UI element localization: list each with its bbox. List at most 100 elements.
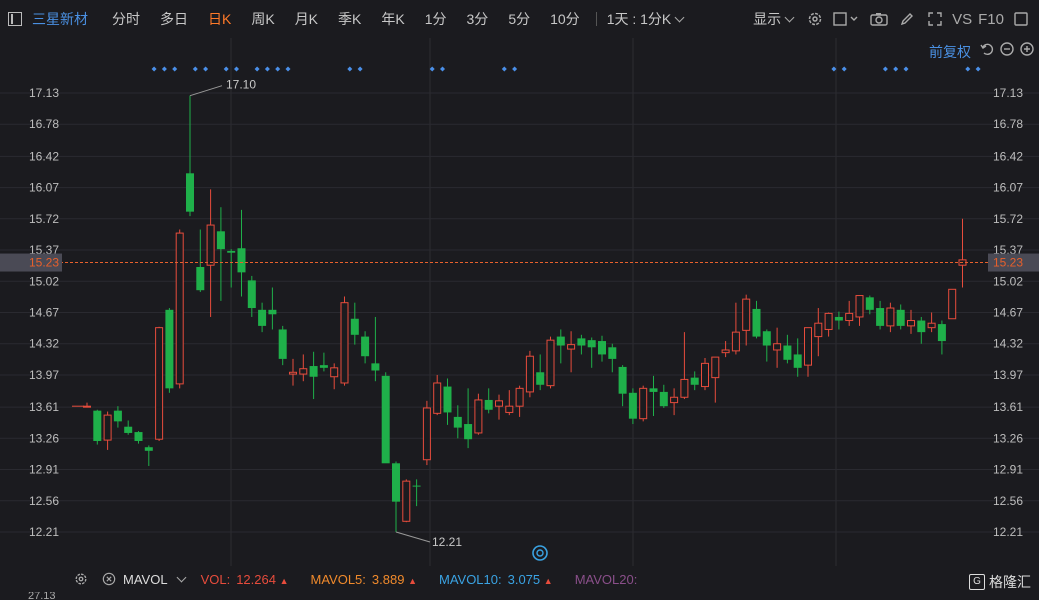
fullscreen-icon[interactable] (924, 8, 946, 30)
tab-6[interactable]: 年K (381, 9, 404, 29)
window-icon[interactable] (1010, 8, 1032, 30)
period-select[interactable]: 1天 : 1分K (607, 9, 685, 29)
candle-37 (464, 388, 473, 449)
camera-icon[interactable] (868, 8, 890, 30)
candle-body-12 (206, 224, 215, 266)
candle-body-81 (917, 320, 926, 333)
candle-body-26 (350, 318, 359, 335)
candle-50 (598, 335, 606, 362)
candle-body-22 (309, 366, 318, 377)
close-icon[interactable] (98, 568, 120, 590)
square-select-icon[interactable] (832, 8, 862, 30)
y-tick-left-2: 16.42 (29, 149, 59, 163)
tab-9[interactable]: 5分 (508, 9, 530, 29)
candle-body-16 (247, 280, 256, 309)
candle-70 (804, 327, 812, 377)
gear-icon[interactable] (804, 8, 826, 30)
candle-body-23 (319, 365, 328, 368)
candle-23 (319, 352, 328, 372)
candle-51 (608, 343, 617, 373)
candle-body-8 (165, 309, 174, 389)
mavol10-value: 3.075 ▲ (508, 572, 553, 587)
tab-5[interactable]: 季K (338, 9, 361, 29)
candle-4 (124, 420, 133, 435)
candle-78 (886, 302, 895, 333)
tab-10[interactable]: 10分 (550, 9, 580, 29)
candle-body-84 (948, 288, 957, 320)
candle-body-13 (216, 231, 225, 250)
tab-2[interactable]: 日K (208, 9, 231, 29)
toolbar-right: 显示 VS F10 (749, 0, 1035, 38)
candle-body-44 (536, 372, 545, 385)
candle-body-37 (464, 424, 473, 440)
pencil-icon[interactable] (896, 8, 918, 30)
candle-body-20 (289, 371, 297, 375)
candle-45 (546, 336, 555, 389)
candle-32 (412, 479, 421, 507)
event-marker-8 (264, 66, 270, 72)
candle-body-35 (443, 386, 452, 413)
candle-body-70 (804, 327, 812, 366)
event-marker-10 (285, 66, 291, 72)
candle-3 (113, 406, 122, 428)
event-marker-12 (357, 66, 363, 72)
up-arrow-icon: ▲ (543, 575, 553, 586)
candle-79 (896, 304, 905, 330)
candle-body-19 (278, 329, 287, 359)
tab-7[interactable]: 1分 (425, 9, 447, 29)
candle-21 (299, 354, 308, 382)
candle-body-36 (453, 416, 462, 428)
candle-body-76 (865, 297, 874, 310)
gear-icon[interactable] (70, 568, 92, 590)
y-tick-left-11: 13.26 (29, 431, 59, 445)
candle-6 (144, 445, 153, 466)
event-marker-7 (254, 66, 260, 72)
vol-label: VOL: (200, 571, 231, 587)
indicator-bar: MAVOL VOL: 12.264 ▲ MAVOL5: 3.889 ▲ MAVO… (0, 566, 1039, 592)
tab-8[interactable]: 3分 (467, 9, 489, 29)
event-marker-21 (903, 66, 909, 72)
event-marker-5 (223, 66, 229, 72)
candle-body-51 (608, 347, 617, 359)
candle-body-49 (587, 340, 596, 348)
candle-48 (577, 334, 586, 355)
candle-16 (247, 275, 256, 317)
display-select[interactable]: 显示 (753, 9, 795, 29)
tab-0[interactable]: 分时 (112, 9, 140, 29)
y-tick-right-11: 13.26 (993, 431, 1023, 445)
low-leader-line (395, 531, 431, 543)
chart-scroll-button[interactable] (532, 545, 548, 561)
stock-name[interactable]: 三星新材 (32, 9, 88, 29)
tab-4[interactable]: 月K (295, 9, 318, 29)
tab-1[interactable]: 多日 (160, 9, 188, 29)
candle-body-45 (546, 339, 555, 387)
candle-80 (907, 309, 915, 334)
candle-body-43 (525, 355, 534, 393)
candle-body-0 (83, 405, 91, 408)
candle-body-66 (762, 331, 771, 346)
y-tick-right-12: 12.91 (993, 463, 1023, 477)
candle-body-74 (845, 312, 854, 322)
candle-body-46 (556, 336, 565, 346)
event-marker-16 (512, 66, 518, 72)
event-marker-6 (234, 66, 239, 72)
tab-3[interactable]: 周K (251, 9, 274, 29)
f10-button[interactable]: F10 (978, 8, 1004, 30)
sidebar-toggle-icon[interactable] (8, 12, 22, 26)
candle-64 (742, 294, 751, 346)
candle-67 (773, 327, 782, 368)
candle-body-79 (896, 309, 905, 326)
candlestick-chart[interactable]: 17.13 17.13 16.78 16.78 16.42 16.42 16.07 16.07… (0, 38, 1039, 566)
y-tick-right-1: 16.78 (993, 117, 1023, 131)
candle-body-1 (93, 410, 102, 441)
y-tick-left-9: 13.97 (29, 368, 59, 382)
candle-74 (845, 300, 854, 326)
y-tick-left-4: 15.72 (29, 212, 59, 226)
indicator-select[interactable]: MAVOL (123, 572, 187, 587)
candle-65 (752, 300, 761, 339)
vs-button[interactable]: VS (952, 8, 972, 30)
period-tabs: 分时 多日 日K 周K 月K 季K 年K 1分 3分 5分 10分 (102, 9, 590, 29)
event-marker-1 (161, 66, 167, 72)
candle-56 (659, 384, 668, 408)
candle-body-29 (381, 375, 390, 464)
